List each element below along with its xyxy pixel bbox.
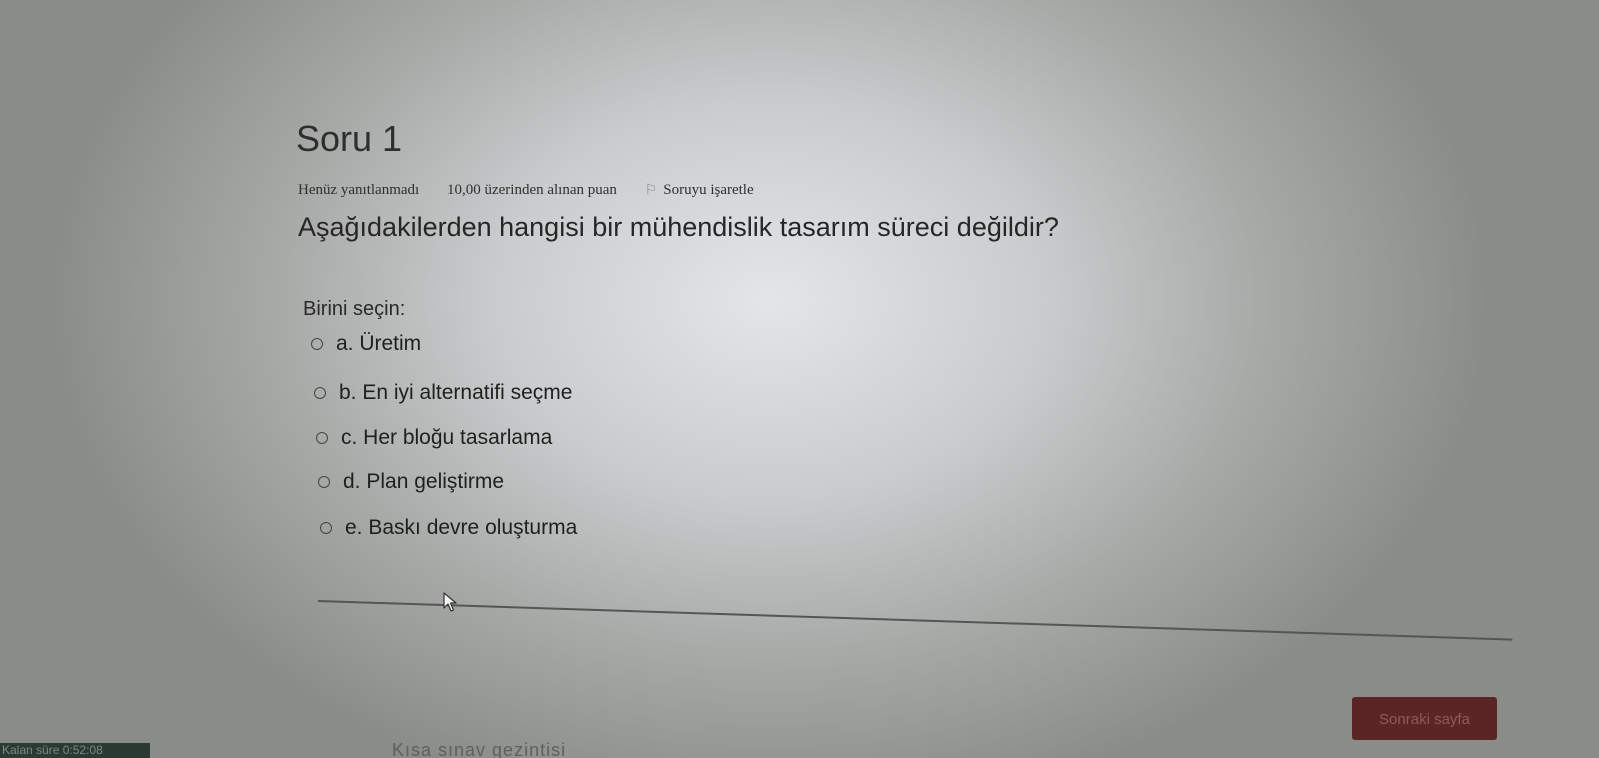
answer-option-a[interactable]: a. Üretim — [311, 332, 421, 356]
flag-question-label: Soruyu işaretle — [663, 182, 754, 198]
radio-unchecked-icon[interactable] — [320, 522, 332, 534]
timer-strip: Kalan süre 0:52:08 — [0, 743, 150, 758]
question-info: Henüz yanıtlanmadı 10,00 üzerinden alına… — [298, 182, 754, 199]
answer-prompt: Birini seçin: — [303, 298, 406, 320]
quiz-navigation-text: Kısa sınav gezintisi — [392, 740, 567, 758]
radio-unchecked-icon[interactable] — [311, 338, 323, 350]
question-text: Aşağıdakilerden hangisi bir mühendislik … — [298, 212, 1059, 242]
answer-option-label: b. En iyi alternatifi seçme — [339, 381, 573, 404]
answer-option-label: c. Her bloğu tasarlama — [341, 426, 553, 449]
radio-unchecked-icon[interactable] — [318, 476, 330, 488]
next-page-button[interactable]: Sonraki sayfa — [1352, 697, 1497, 740]
question-title: Soru 1 — [296, 118, 403, 159]
radio-unchecked-icon[interactable] — [316, 432, 328, 444]
answer-option-label: d. Plan geliştirme — [343, 470, 505, 493]
answer-option-b[interactable]: b. En iyi alternatifi seçme — [314, 381, 572, 405]
timer-text: Kalan süre 0:52:08 — [2, 743, 103, 757]
question-state: Henüz yanıtlanmadı — [298, 182, 420, 198]
flag-question-link[interactable]: ⚐ Soruyu işaretle — [645, 182, 754, 198]
answer-option-e[interactable]: e. Baskı devre oluşturma — [320, 516, 577, 540]
mouse-cursor-icon — [443, 592, 457, 612]
radio-unchecked-icon[interactable] — [314, 387, 326, 399]
answer-option-label: e. Baskı devre oluşturma — [345, 516, 578, 539]
answer-option-label: a. Üretim — [336, 332, 422, 355]
flag-icon: ⚐ — [644, 183, 658, 198]
answer-option-c[interactable]: c. Her bloğu tasarlama — [316, 426, 552, 450]
question-grade: 10,00 üzerinden alınan puan — [446, 182, 617, 198]
answer-option-d[interactable]: d. Plan geliştirme — [318, 470, 504, 494]
section-divider — [317, 600, 1513, 641]
